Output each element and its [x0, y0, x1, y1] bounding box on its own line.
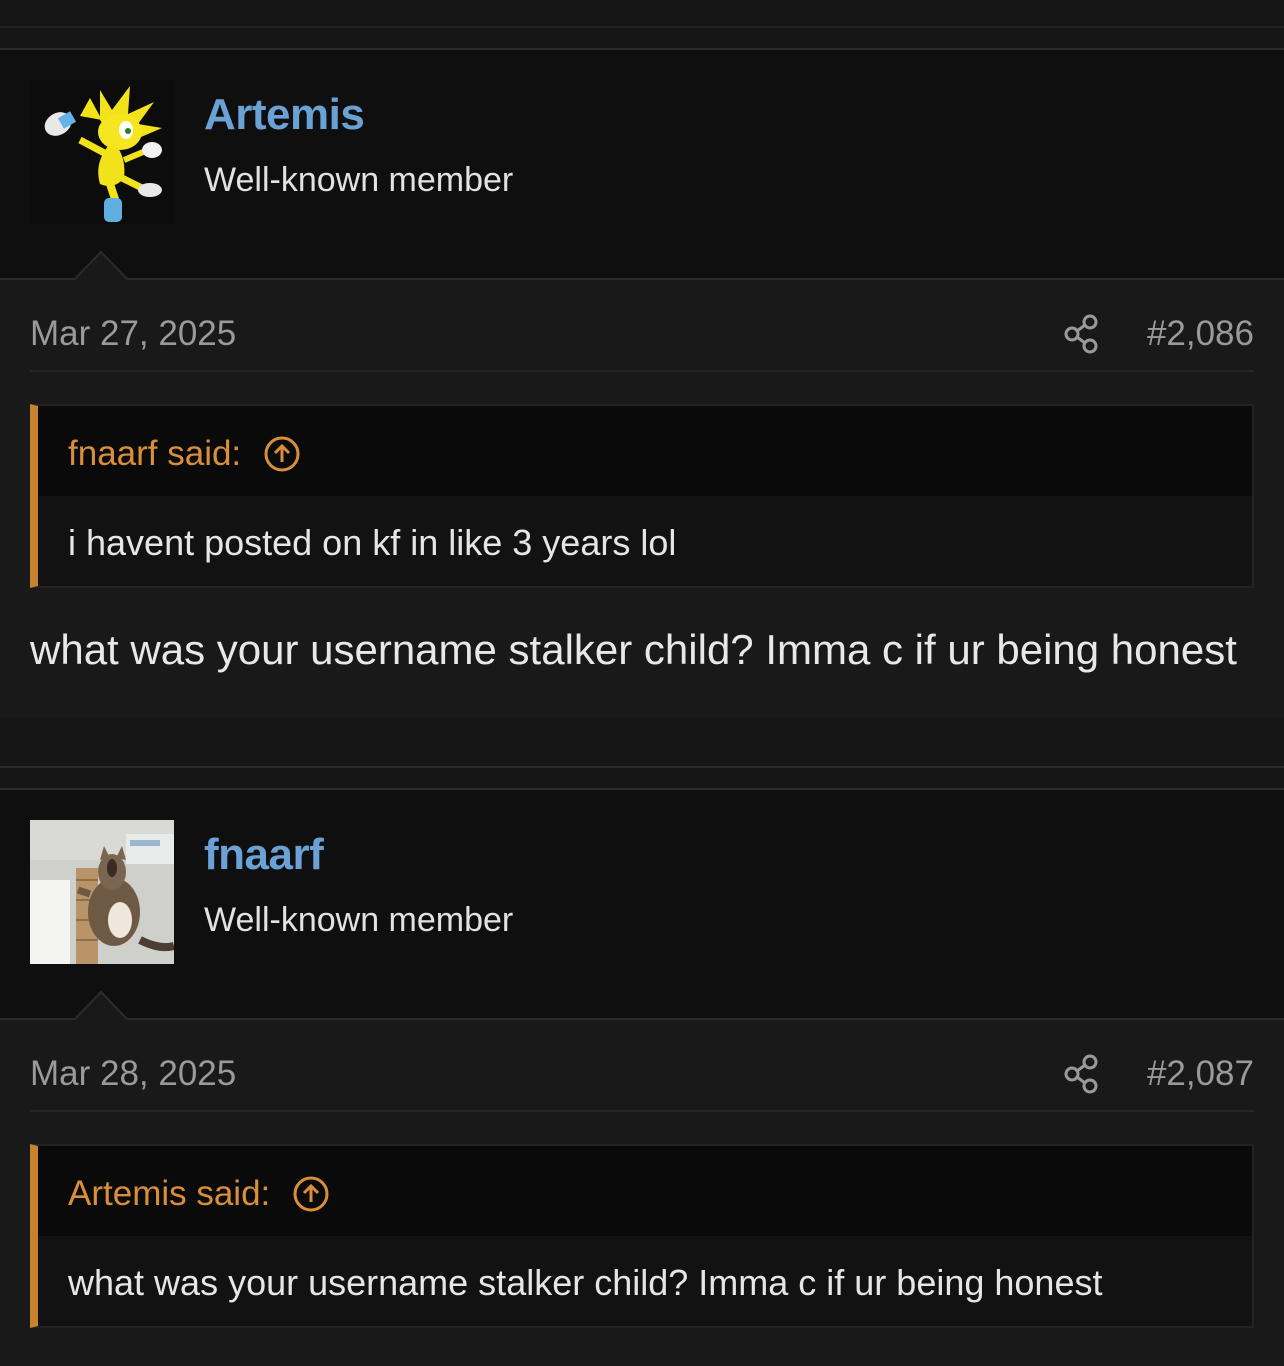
user-title: Well-known member: [204, 161, 514, 199]
quote-header: fnaarf said:: [38, 406, 1252, 496]
quote-header: Artemis said:: [38, 1146, 1252, 1236]
post-message: what was your username stalker child? Im…: [30, 626, 1237, 673]
post-body: Mar 28, 2025 #2,087 Artemis said: what w…: [0, 1020, 1284, 1328]
share-icon[interactable]: [1064, 314, 1100, 354]
avatar[interactable]: [30, 80, 174, 224]
post-date[interactable]: Mar 27, 2025: [30, 314, 236, 354]
quote-block: Artemis said: what was your username sta…: [30, 1144, 1254, 1328]
post-pointer-arrow: [72, 990, 130, 1022]
quote-author-label: fnaarf said:: [68, 434, 242, 473]
quote-text: i havent posted on kf in like 3 years lo…: [38, 496, 1252, 586]
screaming-cat-avatar-icon: [30, 820, 174, 964]
post-meta: Mar 27, 2025 #2,086: [30, 280, 1254, 372]
post-pointer-arrow: [72, 250, 130, 282]
quote-author-link[interactable]: Artemis said:: [68, 1174, 330, 1214]
post-date[interactable]: Mar 28, 2025: [30, 1054, 236, 1094]
yellow-hedgehog-avatar-icon: [30, 80, 174, 224]
avatar[interactable]: [30, 820, 174, 964]
post-meta: Mar 28, 2025 #2,087: [30, 1020, 1254, 1112]
post-number-link[interactable]: #2,086: [1147, 314, 1254, 354]
arrow-up-circle-icon[interactable]: [292, 1175, 330, 1213]
user-title: Well-known member: [204, 901, 514, 939]
quote-text: what was your username stalker child? Im…: [38, 1236, 1252, 1326]
post-user-header: fnaarf Well-known member: [0, 788, 1284, 1022]
post-2086: Artemis Well-known member Mar 27, 2025 #…: [0, 48, 1284, 718]
arrow-up-circle-icon[interactable]: [263, 435, 301, 473]
quote-author-label: Artemis said:: [68, 1174, 271, 1213]
username[interactable]: fnaarf: [204, 830, 324, 880]
quote-author-link[interactable]: fnaarf said:: [68, 434, 301, 474]
post-body: Mar 27, 2025 #2,086 fnaarf said: i haven…: [0, 280, 1284, 718]
post-number-link[interactable]: #2,087: [1147, 1054, 1254, 1094]
post-2087: fnaarf Well-known member Mar 28, 2025 #2…: [0, 788, 1284, 1366]
post-separator: [0, 766, 1284, 788]
share-icon[interactable]: [1064, 1054, 1100, 1094]
username[interactable]: Artemis: [204, 90, 365, 140]
post-user-header: Artemis Well-known member: [0, 48, 1284, 282]
page-top-strip: [0, 0, 1284, 28]
quote-block: fnaarf said: i havent posted on kf in li…: [30, 404, 1254, 588]
